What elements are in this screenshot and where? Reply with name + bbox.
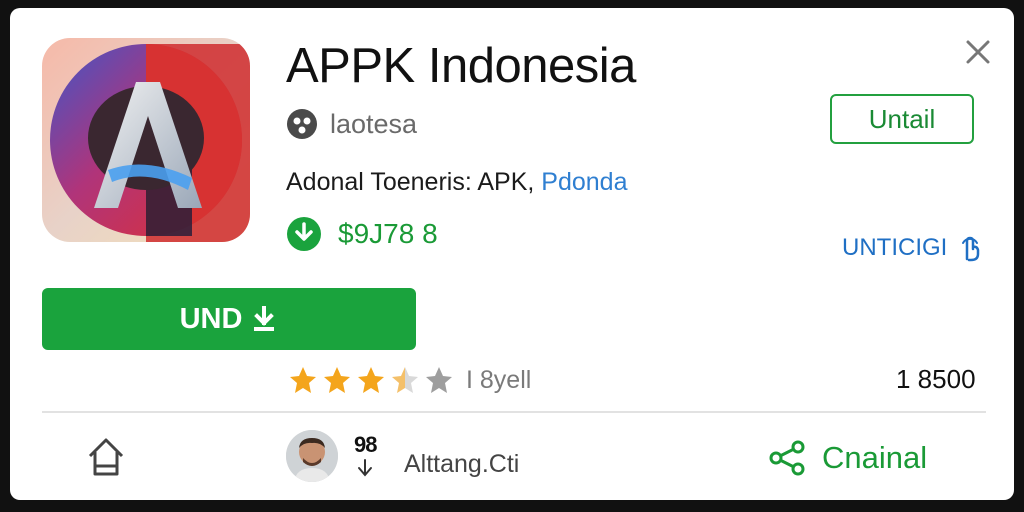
developer-icon (287, 109, 317, 139)
home-button[interactable] (84, 436, 128, 480)
developer-row[interactable]: laotesa (286, 106, 417, 142)
user-number: 98 (354, 432, 377, 457)
star-icon (324, 367, 350, 393)
close-icon (966, 40, 990, 64)
avatar[interactable] (286, 430, 338, 482)
developer-name: laotesa (330, 108, 418, 139)
rating-count: 1 8500 (896, 364, 976, 394)
share-label: Cnainal (822, 440, 928, 475)
side-link-label: UNTICIGI (842, 234, 948, 261)
app-card: APPK Indonesia laotesa Adonal Toeneris: … (10, 8, 1014, 500)
download-arrow-icon (254, 306, 275, 331)
download-stat: $9J78 8 (286, 214, 438, 254)
half-star-icon (392, 367, 418, 393)
small-arrow-icon (358, 459, 372, 477)
close-button[interactable] (960, 34, 996, 70)
share-icon (769, 440, 805, 476)
install-button-label: UND (179, 302, 243, 335)
rating-label: I 8yell (466, 365, 532, 394)
share-button[interactable]: Cnainal (768, 436, 927, 480)
description-link[interactable]: Pdonda (541, 168, 627, 196)
divider (42, 411, 986, 413)
app-title: APPK Indonesia (286, 39, 636, 93)
user-name: Alttang.Cti (404, 450, 520, 478)
rating-row: I 8yell (288, 362, 531, 398)
star-icon (358, 367, 384, 393)
home-icon (88, 438, 124, 476)
download-icon (287, 217, 321, 251)
empty-star-icon (426, 367, 452, 393)
star-icon (290, 367, 316, 393)
description-text: Adonal Toeneris: APK, (286, 168, 535, 196)
app-description: Adonal Toeneris: APK, Pdonda (286, 168, 627, 197)
install-button[interactable]: UND (42, 288, 416, 350)
download-count: $9J78 8 (338, 218, 438, 249)
side-link[interactable]: UNTICIGI (842, 232, 983, 264)
user-meta: 98 (354, 432, 400, 484)
hand-icon (962, 236, 980, 262)
top-bar (0, 0, 1024, 8)
outline-action-button[interactable]: Untail (830, 94, 974, 144)
app-icon (42, 38, 250, 242)
